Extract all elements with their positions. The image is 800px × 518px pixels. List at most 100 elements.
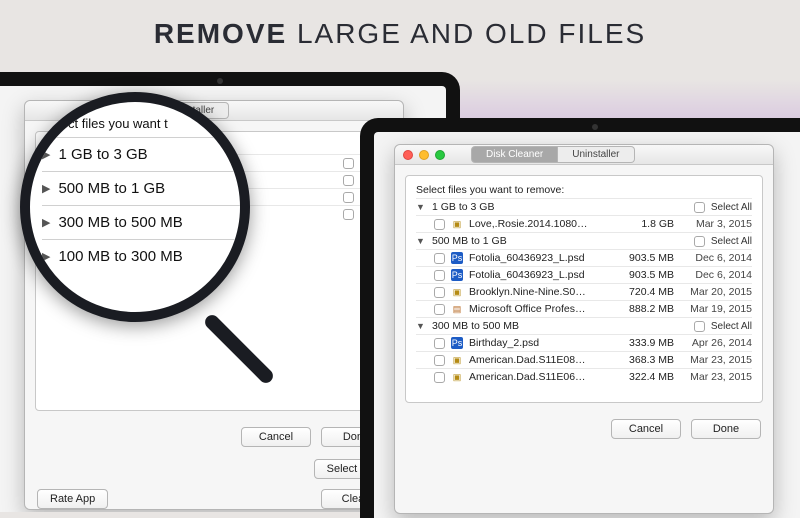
checkbox[interactable] [434, 372, 445, 383]
file-type-icon: ▣ [451, 286, 463, 298]
file-size: 903.5 MB [616, 269, 674, 281]
headline-bold: REMOVE [154, 18, 287, 49]
checkbox[interactable] [434, 253, 445, 264]
chevron-down-icon: ▼ [416, 202, 426, 212]
cancel-button[interactable]: Cancel [241, 427, 311, 447]
done-button[interactable]: Done [691, 419, 761, 439]
size-group[interactable]: ▶ Sele [46, 188, 382, 205]
file-type-icon: Ps [451, 252, 463, 264]
file-row[interactable]: Ps Fotolia_60436923_L.psd 903.5 MB Dec 6, 2… [416, 249, 752, 266]
file-size: 322.4 MB [616, 371, 674, 383]
checkbox[interactable] [694, 236, 705, 247]
file-row[interactable]: Ps Birthday_2.psd 333.9 MB Apr 26, 2014 [416, 334, 752, 351]
size-group[interactable]: ▼300 MB to 500 MBSelect All [416, 317, 752, 334]
chevron-right-icon: ▶ [46, 158, 56, 169]
file-name: Love,.Rosie.2014.1080… [469, 218, 610, 230]
file-size: 333.9 MB [616, 337, 674, 349]
checkbox[interactable] [694, 321, 705, 332]
file-date: Mar 3, 2015 [680, 218, 752, 230]
headline-rest: LARGE AND OLD FILES [287, 18, 646, 49]
tab-disk-cleaner[interactable]: Disk Cleaner [471, 146, 558, 163]
rate-app-button[interactable]: Rate App [37, 489, 108, 509]
file-name: Fotolia_60436923_L.psd [469, 252, 610, 264]
chevron-right-icon: ▶ [46, 192, 56, 203]
size-group[interactable]: ▶ Sele [46, 205, 382, 222]
checkbox[interactable] [343, 192, 354, 203]
file-date: Mar 20, 2015 [680, 286, 752, 298]
checkbox[interactable] [434, 219, 445, 230]
file-size: 720.4 MB [616, 286, 674, 298]
window-front: Disk Cleaner Uninstaller Select files yo… [394, 144, 774, 514]
file-size: 888.2 MB [616, 303, 674, 315]
checkbox[interactable] [434, 287, 445, 298]
file-type-icon: ▣ [451, 371, 463, 383]
group-label: 300 MB to 500 MB [432, 320, 688, 332]
minimize-icon[interactable] [419, 150, 429, 160]
select-all-label[interactable]: Select All [711, 321, 752, 332]
file-row[interactable]: PsFotolia_60436923_L.psd903.5 MBDec 6, 2… [416, 266, 752, 283]
window-back: Uninstaller Select files you want to rem… [24, 100, 404, 510]
file-size: 368.3 MB [616, 354, 674, 366]
file-type-icon: Ps [451, 269, 463, 281]
file-row[interactable]: ▣Love,.Rosie.2014.1080…1.8 GBMar 3, 2015 [416, 215, 752, 232]
file-row[interactable]: ▣ American.Dad.S11E08… 368.3 MB Mar 23, 201… [416, 351, 752, 368]
close-icon[interactable] [403, 150, 413, 160]
cancel-button[interactable]: Cancel [611, 419, 681, 439]
list-header: Select files you want to remove: [416, 182, 752, 198]
size-group[interactable]: ▼ 1 GB to 3 GB Select All [416, 198, 752, 215]
file-size: 903.5 MB [616, 252, 674, 264]
checkbox[interactable] [343, 209, 354, 220]
file-name: Microsoft Office Profes… [469, 303, 610, 315]
instruction-label: Select files you want to remove: [416, 184, 564, 196]
file-name: American.Dad.S11E06… [469, 371, 610, 383]
checkbox[interactable] [343, 158, 354, 169]
file-list-pane: Select files you want to remove: ▼ 1 GB t… [405, 175, 763, 403]
file-row[interactable]: ▣American.Dad.S11E06…322.4 MBMar 23, 201… [416, 368, 752, 385]
screen-front: Disk Cleaner Uninstaller Select files yo… [374, 132, 800, 518]
file-date: Mar 23, 2015 [680, 354, 752, 366]
file-name: American.Dad.S11E08… [469, 354, 610, 366]
checkbox[interactable] [434, 304, 445, 315]
file-type-icon: ▤ [451, 303, 463, 315]
file-list-pane: Select files you want to remove: ▶ Sele … [35, 131, 393, 411]
file-name: Brooklyn.Nine-Nine.S0… [469, 286, 610, 298]
file-date: Dec 6, 2014 [680, 252, 752, 264]
file-type-icon: Ps [451, 337, 463, 349]
group-label: 1 GB to 3 GB [432, 201, 688, 213]
checkbox[interactable] [434, 355, 445, 366]
file-date: Apr 26, 2014 [680, 337, 752, 349]
file-type-icon: ▣ [451, 218, 463, 230]
headline: REMOVE LARGE AND OLD FILES [0, 18, 800, 50]
chevron-right-icon: ▶ [46, 209, 56, 220]
tab-switcher[interactable]: Uninstaller [153, 102, 229, 119]
tab-uninstaller[interactable]: Uninstaller [558, 146, 634, 163]
checkbox[interactable] [694, 202, 705, 213]
file-row[interactable]: ▣ Brooklyn.Nine-Nine.S0… 720.4 MB Mar 20, 2… [416, 283, 752, 300]
camera-icon [592, 124, 598, 130]
group-label: 500 MB to 1 GB [432, 235, 688, 247]
select-all-label[interactable]: Select All [711, 202, 752, 213]
titlebar: Uninstaller [25, 101, 403, 121]
footer-bar: Rate App Clean [25, 485, 403, 512]
select-all-label[interactable]: Select All [711, 236, 752, 247]
size-group[interactable]: ▶ Sele [46, 171, 382, 188]
dialog-buttons: Cancel Done [395, 413, 773, 445]
checkbox[interactable] [434, 270, 445, 281]
laptop-front: Disk Cleaner Uninstaller Select files yo… [360, 118, 800, 518]
titlebar[interactable]: Disk Cleaner Uninstaller [395, 145, 773, 165]
select-files-bar: Select File [25, 453, 403, 485]
checkbox[interactable] [343, 175, 354, 186]
file-name: Birthday_2.psd [469, 337, 610, 349]
dialog-buttons: Cancel Done [25, 421, 403, 453]
size-group[interactable]: ▶ Sele [46, 154, 382, 171]
zoom-icon[interactable] [435, 150, 445, 160]
size-group[interactable]: ▼ 500 MB to 1 GB Select All [416, 232, 752, 249]
chevron-down-icon: ▼ [416, 236, 426, 246]
file-type-icon: ▣ [451, 354, 463, 366]
tab-switcher[interactable]: Disk Cleaner Uninstaller [471, 146, 635, 163]
checkbox[interactable] [434, 338, 445, 349]
file-date: Mar 19, 2015 [680, 303, 752, 315]
file-date: Dec 6, 2014 [680, 269, 752, 281]
file-row[interactable]: ▤ Microsoft Office Profes… 888.2 MB Mar 19,… [416, 300, 752, 317]
tab-uninstaller[interactable]: Uninstaller [153, 102, 229, 119]
